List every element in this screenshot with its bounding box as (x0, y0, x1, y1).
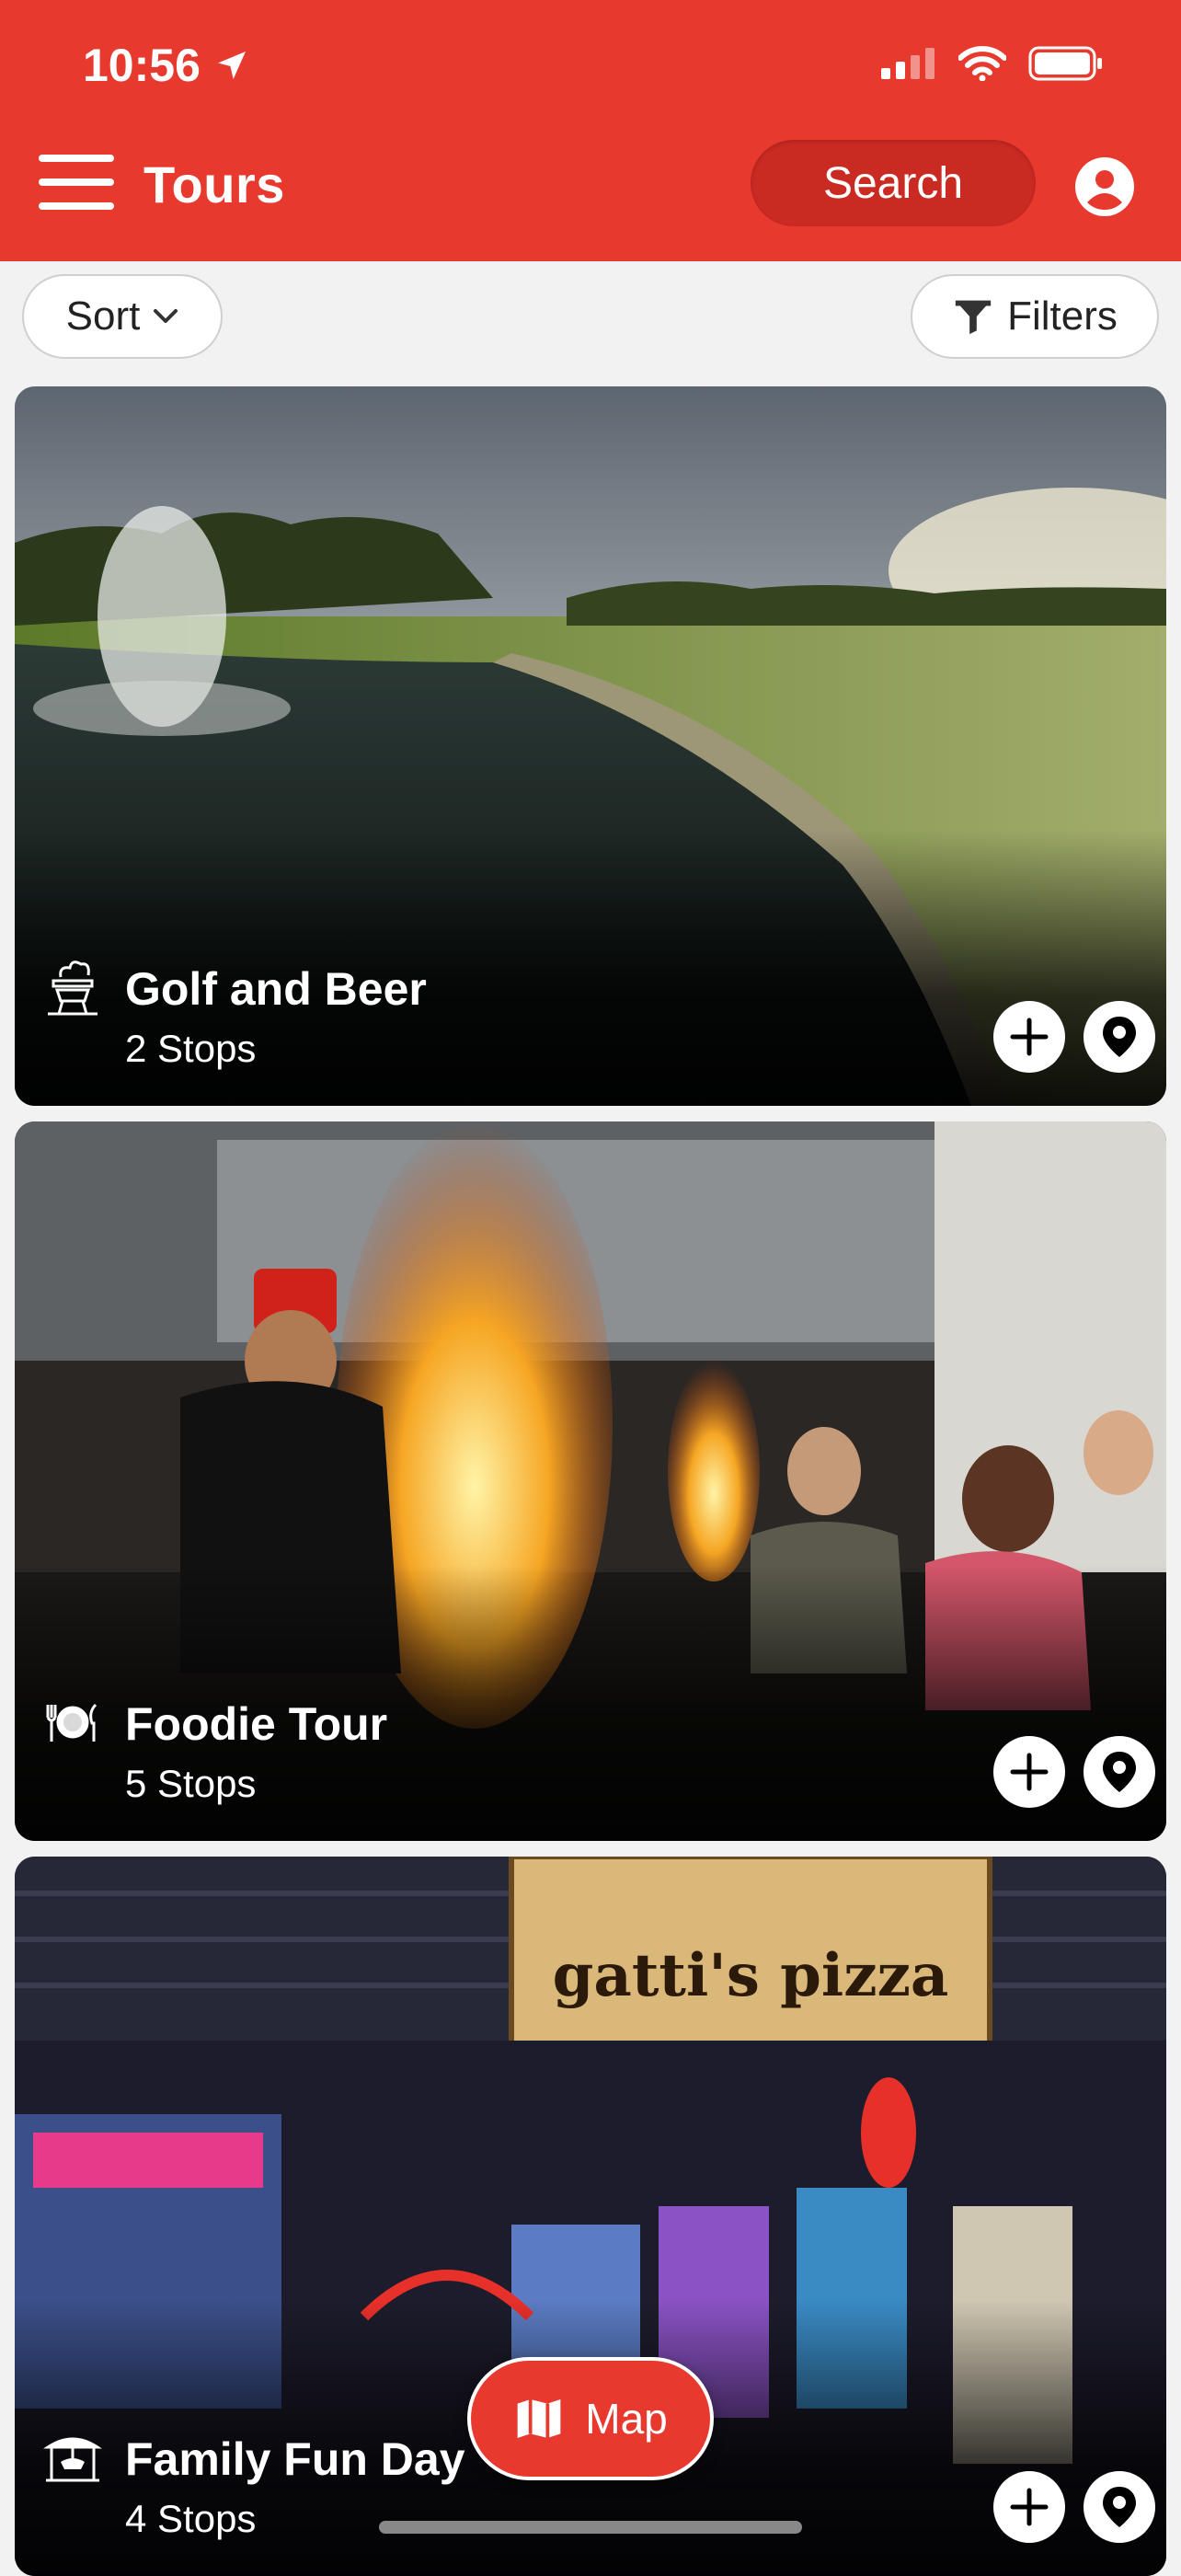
map-view-button[interactable]: Map (467, 2357, 714, 2480)
plate-cutlery-icon (46, 1703, 97, 1742)
tour-stops: 4 Stops (125, 2497, 257, 2540)
chevron-down-icon (154, 309, 178, 323)
status-time-label: 10:56 (83, 40, 201, 91)
plus-icon (1010, 1018, 1049, 1056)
filters-label: Filters (1007, 293, 1118, 339)
filters-button[interactable]: Filters (911, 274, 1159, 359)
folded-map-icon (517, 2399, 561, 2438)
map-button-label: Map (585, 2395, 668, 2443)
app-header: 10:56 Tours Search (0, 0, 1181, 261)
page-title: Tours (143, 155, 285, 213)
tour-stops: 5 Stops (125, 1762, 257, 1805)
plus-icon (1010, 2488, 1049, 2526)
sort-label: Sort (65, 293, 141, 339)
tour-title: Foodie Tour (125, 1698, 388, 1750)
map-pin-icon (1103, 1017, 1136, 1057)
map-pin-icon (1103, 1752, 1136, 1792)
tour-stops: 2 Stops (125, 1027, 257, 1070)
carousel-icon (43, 2437, 102, 2482)
location-arrow-icon (217, 52, 246, 79)
sort-button[interactable]: Sort (22, 274, 223, 359)
tour-card-foodie-tour[interactable]: Foodie Tour 5 Stops (15, 1121, 1166, 1841)
filter-funnel-icon (955, 300, 992, 335)
gattis-pizza-sign: gatti's pizza (552, 1941, 949, 2010)
add-tour-button[interactable] (993, 2471, 1065, 2543)
map-pin-button[interactable] (1084, 2471, 1155, 2543)
sort-filter-bar: Sort Filters (0, 261, 1181, 383)
profile-icon[interactable] (1074, 156, 1135, 217)
cellular-signal-icon (881, 48, 934, 79)
tour-card-golf-and-beer[interactable]: Golf and Beer 2 Stops (15, 386, 1166, 1106)
add-tour-button[interactable] (993, 1001, 1065, 1073)
map-pin-button[interactable] (1084, 1736, 1155, 1808)
status-bar-time: 10:56 (83, 39, 250, 92)
add-tour-button[interactable] (993, 1736, 1065, 1808)
plus-icon (1010, 1753, 1049, 1791)
tour-title: Golf and Beer (125, 963, 427, 1015)
map-pin-icon (1103, 2487, 1136, 2527)
tour-title: Family Fun Day (125, 2433, 465, 2485)
wifi-icon (958, 46, 1006, 81)
search-button[interactable]: Search (751, 140, 1036, 226)
map-pin-button[interactable] (1084, 1001, 1155, 1073)
battery-icon (1028, 46, 1102, 81)
home-indicator (379, 2521, 802, 2534)
status-bar-indicators (881, 46, 1104, 81)
hamburger-menu-icon[interactable] (39, 155, 114, 210)
barbecue-icon (48, 960, 97, 1016)
